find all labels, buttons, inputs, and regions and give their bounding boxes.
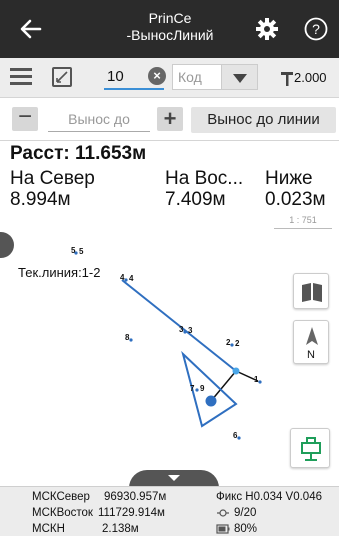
pole-icon [281, 71, 293, 86]
satellite-icon [217, 509, 229, 517]
menu-icon[interactable] [10, 68, 32, 88]
msk-north-label: МСКСевер [32, 491, 90, 503]
map-point: 79 [190, 384, 205, 393]
svg-text:3: 3 [188, 326, 193, 335]
down-value: 0.023м [265, 189, 326, 210]
satellite-count: 9/20 [234, 507, 257, 519]
decrement-button[interactable]: − [12, 105, 38, 131]
svg-text:9: 9 [200, 384, 205, 393]
svg-text:2: 2 [235, 339, 240, 348]
map-point: 6 [233, 431, 241, 440]
map-point: 55 [71, 246, 84, 256]
stake-row: − Вынос до + Вынос до линии [0, 99, 339, 141]
map-layers-button[interactable] [293, 273, 329, 309]
title-mode: -ВыносЛиний [126, 27, 214, 43]
code-input[interactable]: Код [172, 64, 222, 90]
svg-text:4: 4 [129, 274, 134, 283]
msk-east-value: 111729.914м [98, 507, 165, 519]
msk-east-label: МСКВосток [32, 507, 93, 519]
north-letter: N [307, 349, 315, 361]
status-footer: МСКСевер 96930.957м МСКВосток 111729.914м … [0, 486, 339, 536]
msk-east-row: МСКВосток 111729.914м [32, 505, 165, 521]
gear-icon[interactable] [255, 17, 279, 41]
stake-to-input[interactable]: Вынос до [48, 106, 150, 132]
north-label: На Север [10, 168, 95, 189]
map-point: 1 [254, 375, 262, 384]
east-value: 7.409м [165, 189, 226, 210]
battery-status: 80% [216, 521, 257, 536]
svg-text:3: 3 [179, 325, 184, 334]
svg-text:6: 6 [233, 431, 238, 440]
svg-text:1: 1 [254, 375, 259, 384]
rover-center-button[interactable] [290, 428, 330, 468]
clear-icon[interactable]: × [148, 67, 166, 85]
perpendicular-line [210, 370, 237, 402]
battery-icon [216, 524, 230, 534]
svg-text:5: 5 [79, 247, 84, 256]
toolbar: 10 × Код 2.000 [0, 58, 339, 98]
title-app-name: PrinCe [148, 10, 192, 26]
back-arrow-icon[interactable] [18, 16, 44, 42]
fix-status: Фикс H0.034 V0.046 [216, 491, 322, 503]
satellite-status: 9/20 [216, 505, 256, 521]
distance-readout: Расст: 11.653м [10, 143, 147, 164]
svg-text:7: 7 [190, 384, 195, 393]
east-label: На Вос... [165, 168, 244, 189]
vertical-offset: Ниже 0.023м [265, 168, 337, 210]
msk-h-label: МСКН [32, 523, 65, 535]
rover-position [205, 395, 217, 407]
help-icon[interactable]: ? [304, 17, 328, 41]
battery-level: 80% [234, 523, 258, 535]
point-icon[interactable] [52, 67, 72, 87]
east-offset: На Вос... 7.409м [165, 168, 257, 210]
map-point: 22 [226, 338, 240, 348]
msk-h-value: 2.138м [102, 523, 139, 535]
pole-height-value: 2.000 [294, 70, 327, 85]
msk-north-row: МСКСевер 96930.957м [32, 489, 166, 505]
msk-north-value: 96930.957м [104, 491, 167, 503]
svg-text:?: ? [312, 21, 320, 37]
title-bar: PrinCe -ВыносЛиний ? [0, 0, 339, 58]
pole-height[interactable]: 2.000 [280, 66, 338, 90]
down-label: Ниже [265, 168, 313, 189]
msk-h-row: МСКН 2.138м [32, 521, 139, 536]
svg-text:8: 8 [125, 333, 130, 342]
code-dropdown-button[interactable] [222, 64, 258, 90]
svg-text:4: 4 [120, 273, 125, 282]
current-line-label: Тек.линия:1-2 [18, 265, 101, 280]
svg-text:2: 2 [226, 338, 231, 347]
north-orientation-button[interactable]: N [293, 320, 329, 364]
north-value: 8.994м [10, 189, 71, 210]
stake-to-line-button[interactable]: Вынос до линии [191, 107, 336, 133]
line-foot-point [232, 367, 240, 375]
svg-text:5: 5 [71, 246, 76, 255]
map-point: 8 [125, 333, 133, 342]
map-scale: 1 : 751 [274, 215, 332, 229]
screen-title: PrinCe -ВыносЛиний [100, 10, 240, 44]
north-offset: На Север 8.994м [10, 168, 160, 210]
north-arrow-icon [306, 327, 318, 345]
map-point: 44 [120, 273, 134, 283]
book-icon [302, 283, 322, 302]
increment-button[interactable]: + [157, 107, 183, 131]
rover-icon [301, 437, 321, 461]
